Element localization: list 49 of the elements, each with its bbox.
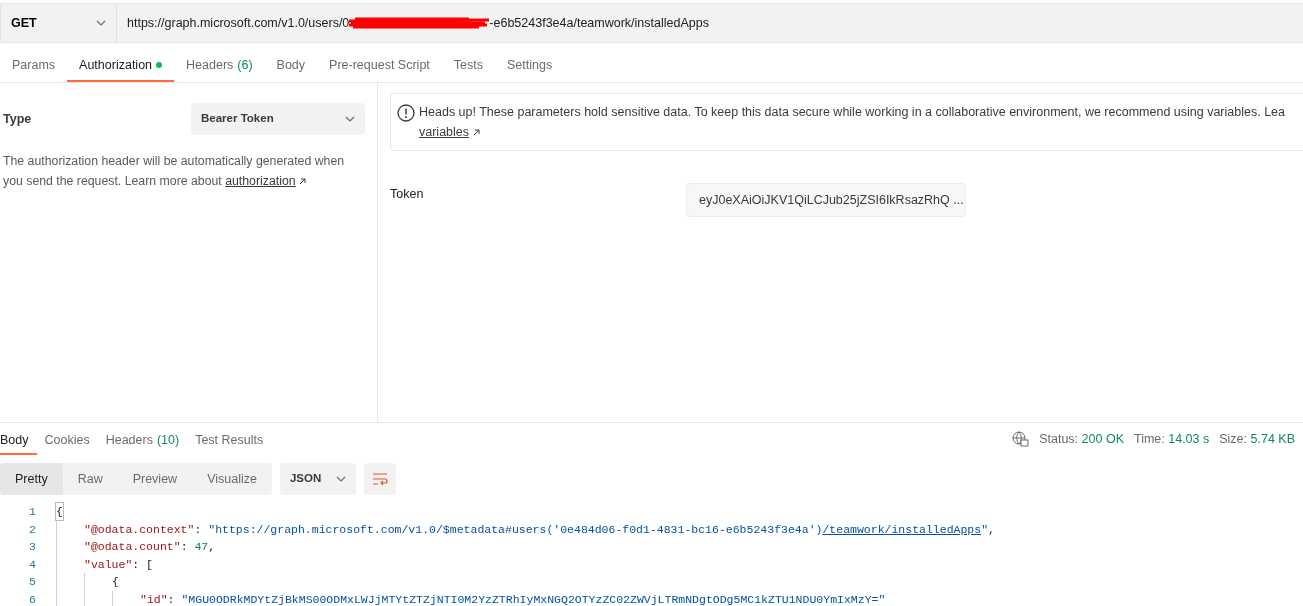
- line-number: 4: [28, 556, 36, 573]
- code-line: "value": [: [84, 556, 154, 573]
- line-number: 6: [28, 591, 36, 606]
- view-mode-tab[interactable]: Pretty: [0, 463, 63, 495]
- line-number: 1: [28, 504, 36, 521]
- chevron-down-icon: [345, 116, 355, 122]
- code-line: "@odata.context": "https://graph.microsoft.com/v1.0/$metadata#users('0e484d06-f0d1-4831-bc16-e6b5243f3e4a')/teamwork/installedApps",: [84, 521, 995, 538]
- request-tab[interactable]: Tests: [441, 50, 495, 82]
- line-number: 2: [28, 521, 36, 538]
- auth-description: The authorization header will be automatically generated when you send the request. Learn more about authorization: [3, 153, 346, 190]
- globe-lock-icon[interactable]: [1012, 431, 1030, 447]
- format-dropdown[interactable]: JSON: [279, 463, 356, 495]
- line-number: 5: [28, 574, 36, 591]
- token-label: Token: [390, 185, 425, 203]
- request-tab[interactable]: Authorization: [67, 50, 175, 82]
- code-line: "@odata.count": 47,: [84, 539, 216, 556]
- url-text[interactable]: -e6b5243f3e4a/teamwork/installedApps: [489, 13, 709, 33]
- response-stat: Size: 5.74 KB: [1219, 430, 1295, 448]
- request-tab[interactable]: Body: [264, 50, 318, 82]
- url-text[interactable]: https://graph.microsoft.com/v1.0/users/0: [127, 13, 350, 33]
- view-mode-tab[interactable]: Visualize: [192, 463, 272, 495]
- chevron-down-icon: [335, 476, 346, 482]
- wrap-lines-icon: [371, 473, 388, 485]
- authorization-link[interactable]: authorization: [225, 174, 296, 188]
- response-tab[interactable]: Headers (10): [97, 427, 188, 455]
- code-line: {: [112, 574, 119, 591]
- request-tab[interactable]: Pre-request Script: [317, 50, 442, 82]
- view-mode-tab[interactable]: Preview: [117, 463, 193, 495]
- request-tab[interactable]: Settings: [495, 50, 565, 82]
- code-line: "id": "MGU0ODRkMDYtZjBkMS00ODMxLWJjMTYtZTZjNTI0M2YzZTRhIyMxNGQ2OTYzZC02ZWVjLTRmNDgtODg5MC1kZTU1NDU0YmIxMzY=": [140, 591, 886, 606]
- request-tab[interactable]: Params: [0, 50, 68, 82]
- chevron-down-icon: [96, 20, 106, 26]
- response-tab[interactable]: Test Results: [187, 427, 272, 455]
- notice-text: Heads up! These parameters hold sensitive data. To keep this data secure while working in a collaborative environment, we recommend using variables. Lea: [419, 105, 1285, 119]
- external-arrow-icon: [472, 129, 480, 137]
- auth-type-dropdown[interactable]: Bearer Token: [191, 103, 365, 135]
- response-stat: Status: 200 OK: [1039, 430, 1124, 448]
- response-tab[interactable]: Cookies: [36, 427, 98, 455]
- view-mode-tab[interactable]: Raw: [62, 463, 118, 495]
- code-line: {: [56, 503, 63, 521]
- request-tab[interactable]: Headers (6): [174, 50, 265, 82]
- external-arrow-icon: [299, 178, 307, 186]
- token-field[interactable]: eyJ0eXAiOiJKV1QiLCJub25jZSI6IkRsazRhQ ...: [686, 183, 966, 217]
- response-stat: Time: 14.03 s: [1133, 430, 1210, 448]
- line-number: 3: [28, 539, 36, 556]
- response-tab[interactable]: Body: [0, 427, 37, 455]
- info-icon: [397, 104, 415, 122]
- variables-link[interactable]: variables: [419, 125, 470, 139]
- type-label: Type: [3, 110, 32, 128]
